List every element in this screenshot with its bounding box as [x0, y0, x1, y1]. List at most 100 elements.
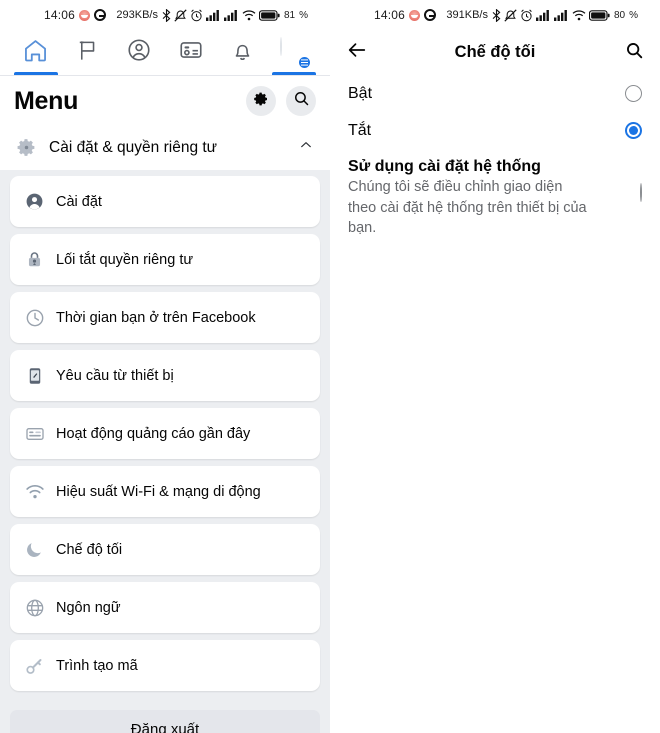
list-item-label: Thời gian bạn ở trên Facebook [56, 309, 256, 326]
pages-tab[interactable] [62, 30, 114, 75]
system-option-title: Sử dụng cài đặt hệ thống [348, 158, 541, 175]
moon-icon [24, 539, 45, 560]
list-item[interactable]: Yêu cầu từ thiết bị [10, 350, 320, 401]
list-item[interactable]: Ngôn ngữ [10, 582, 320, 633]
section-title: Cài đặt & quyền riêng tư [49, 138, 218, 156]
home-icon [22, 37, 49, 69]
search-button[interactable] [625, 41, 644, 65]
mute-vibrate-icon [504, 8, 517, 22]
search-icon [625, 42, 644, 64]
list-item[interactable]: Hiệu suất Wi-Fi & mạng di động [10, 466, 320, 517]
signal-1-icon [535, 9, 551, 21]
news-tab[interactable] [165, 30, 217, 75]
wifi-icon [572, 9, 586, 21]
list-item-label: Chế độ tối [56, 541, 123, 558]
radio-system[interactable] [640, 183, 642, 202]
battery-percent: 80 [613, 9, 626, 21]
bluetooth-icon [492, 8, 501, 22]
status-bar: 14:06 293KB/s 81 % [0, 0, 330, 30]
emoji-icon [79, 9, 91, 21]
battery-percent: 81 [283, 9, 296, 21]
person-circle-icon [126, 37, 152, 68]
globe-icon [24, 597, 45, 618]
right-phone-screen: 14:06 391KB/s 80 % Chế độ tối Bật Tắt Sử… [330, 0, 660, 733]
avatar-image [279, 37, 282, 56]
list-item-label: Ngôn ngữ [56, 599, 121, 616]
option-row-system[interactable]: Sử dụng cài đặt hệ thống Chúng tôi sẽ đi… [330, 149, 660, 239]
gear-icon [16, 137, 37, 158]
notifications-tab[interactable] [217, 30, 269, 75]
battery-icon [258, 9, 280, 21]
lock-icon [24, 249, 45, 270]
mute-vibrate-icon [174, 8, 187, 22]
radio-on[interactable] [625, 85, 642, 102]
profile-tab[interactable] [113, 30, 165, 75]
list-item-label: Hiệu suất Wi-Fi & mạng di động [56, 483, 261, 500]
facebook-nav-bar[interactable] [0, 30, 330, 75]
flag-icon [75, 38, 100, 68]
avatar [279, 37, 312, 70]
chevron-up-icon[interactable] [298, 137, 314, 158]
person-circle-icon [24, 191, 45, 212]
menu-header: Menu [0, 76, 330, 128]
option-row-off[interactable]: Tắt [330, 112, 660, 149]
option-row-on[interactable]: Bật [330, 75, 660, 112]
option-label: Tắt [348, 121, 372, 139]
back-button[interactable] [346, 39, 368, 66]
menu-scroll-area[interactable]: Menu Cài đặt & quyền riêng tư Cài đặt Lố… [0, 76, 330, 733]
alarm-icon [190, 9, 203, 22]
logout-button[interactable]: Đăng xuất [10, 710, 320, 733]
status-time: 14:06 [44, 8, 76, 22]
list-item[interactable]: Thời gian bạn ở trên Facebook [10, 292, 320, 343]
key-icon [24, 655, 45, 676]
list-item[interactable]: Cài đặt [10, 176, 320, 227]
section-settings-privacy[interactable]: Cài đặt & quyền riêng tư [0, 128, 330, 170]
list-item[interactable]: Hoạt động quảng cáo gần đây [10, 408, 320, 459]
list-item-label: Yêu cầu từ thiết bị [56, 367, 174, 384]
g-circle-icon [94, 9, 107, 21]
bell-icon [230, 38, 255, 68]
search-icon [293, 90, 310, 112]
alarm-icon [520, 9, 533, 22]
arrow-left-icon [346, 43, 368, 65]
menu-items-list: Cài đặt Lối tắt quyền riêng tư Thời gian… [0, 170, 330, 691]
list-item-label: Cài đặt [56, 193, 102, 210]
wifi-icon [24, 481, 45, 502]
status-time: 14:06 [374, 8, 406, 22]
system-option-description: Chúng tôi sẽ điều chỉnh giao diện theo c… [348, 179, 587, 237]
list-item[interactable]: Lối tắt quyền riêng tư [10, 234, 320, 285]
dual-screenshot-container: 14:06 293KB/s 81 % Menu Cài đặt & quyền … [0, 0, 660, 733]
signal-2-icon [553, 9, 569, 21]
network-speed: 293KB/s [116, 9, 158, 21]
clock-icon [24, 307, 45, 328]
battery-percent-unit: % [299, 9, 308, 21]
signal-1-icon [205, 9, 221, 21]
bluetooth-icon [162, 8, 171, 22]
page-title: Chế độ tối [454, 43, 536, 61]
g-circle-icon [424, 9, 437, 21]
news-card-icon [178, 37, 204, 68]
battery-percent-unit: % [629, 9, 638, 21]
hamburger-menu-badge-icon [296, 55, 312, 70]
gear-icon [253, 91, 269, 112]
dark-mode-header: Chế độ tối [330, 30, 660, 75]
left-phone-screen: 14:06 293KB/s 81 % Menu Cài đặt & quyền … [0, 0, 330, 733]
menu-tab[interactable] [268, 30, 320, 75]
logout-container: Đăng xuất [0, 698, 330, 733]
list-item-label: Lối tắt quyền riêng tư [56, 251, 194, 268]
option-label: Bật [348, 84, 373, 102]
search-button[interactable] [286, 86, 316, 116]
settings-button[interactable] [246, 86, 276, 116]
wifi-icon [242, 9, 256, 21]
emoji-icon [409, 9, 421, 21]
ad-card-icon [24, 423, 45, 444]
battery-icon [588, 9, 610, 21]
list-item[interactable]: Chế độ tối [10, 524, 320, 575]
list-item-label: Trình tạo mã [56, 657, 138, 674]
home-tab[interactable] [10, 30, 62, 75]
list-item[interactable]: Trình tạo mã [10, 640, 320, 691]
list-item-label: Hoạt động quảng cáo gần đây [56, 425, 251, 442]
radio-off-selected[interactable] [625, 122, 642, 139]
status-bar: 14:06 391KB/s 80 % [330, 0, 660, 30]
phone-icon [24, 365, 45, 386]
